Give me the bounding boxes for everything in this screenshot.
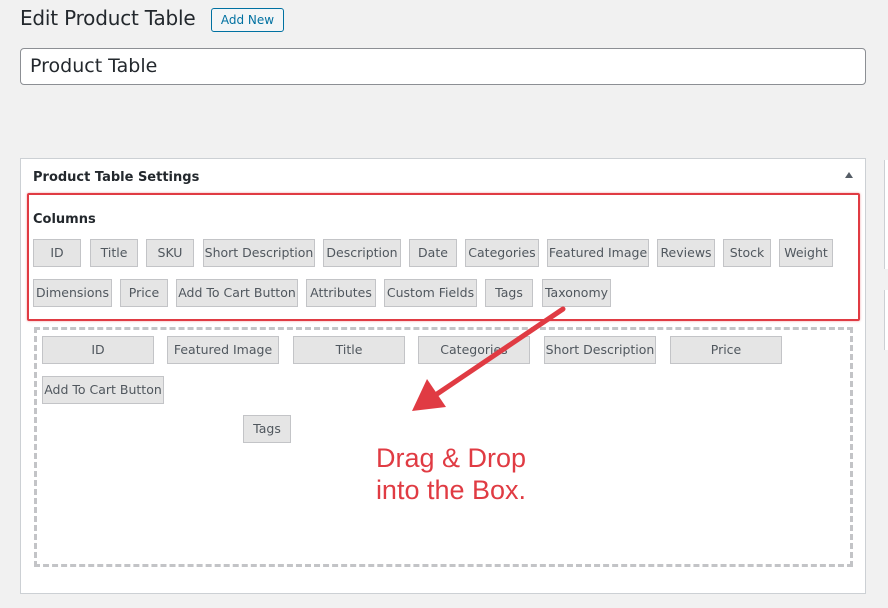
column-chip-taxonomy[interactable]: Taxonomy [542,279,611,307]
selected-chip-add-to-cart-button[interactable]: Add To Cart Button [42,376,164,404]
selected-chip-price[interactable]: Price [670,336,782,364]
add-new-button[interactable]: Add New [211,8,284,32]
column-chip-dimensions[interactable]: Dimensions [33,279,112,307]
selected-chip-title[interactable]: Title [293,336,405,364]
adjacent-panel-edge [884,290,888,350]
column-chip-weight[interactable]: Weight [779,239,833,267]
column-chip-date[interactable]: Date [409,239,457,267]
column-chip-custom-fields[interactable]: Custom Fields [384,279,477,307]
drag-drop-annotation: Drag & Drop into the Box. [356,442,546,506]
column-chip-id[interactable]: ID [33,239,81,267]
selected-chip-featured-image[interactable]: Featured Image [167,336,279,364]
selected-chip-tags[interactable]: Tags [243,415,291,443]
column-chip-reviews[interactable]: Reviews [657,239,715,267]
adjacent-panel-edge [884,160,888,269]
columns-label: Columns [33,212,96,227]
annotation-line-2: into the Box. [375,475,527,505]
annotation-line-1: Drag & Drop [375,443,527,473]
column-chip-attributes[interactable]: Attributes [306,279,376,307]
selected-chip-categories[interactable]: Categories [418,336,530,364]
column-chip-featured-image[interactable]: Featured Image [547,239,649,267]
column-chip-description[interactable]: Description [323,239,401,267]
column-chip-stock[interactable]: Stock [723,239,771,267]
column-chip-title[interactable]: Title [90,239,138,267]
column-chip-tags[interactable]: Tags [485,279,533,307]
settings-box-title: Product Table Settings [33,170,200,185]
column-chip-add-to-cart-button[interactable]: Add To Cart Button [176,279,298,307]
triangle-up-icon[interactable] [845,172,853,178]
selected-chip-short-description[interactable]: Short Description [544,336,656,364]
selected-chip-id[interactable]: ID [42,336,154,364]
product-table-settings-box: Product Table Settings Columns ID Title … [20,158,866,594]
page-heading: Edit Product Table [20,6,196,30]
column-chip-price[interactable]: Price [120,279,168,307]
column-chip-short-description[interactable]: Short Description [203,239,315,267]
column-chip-categories[interactable]: Categories [465,239,539,267]
table-title-input[interactable]: Product Table [20,48,866,85]
column-chip-sku[interactable]: SKU [146,239,194,267]
